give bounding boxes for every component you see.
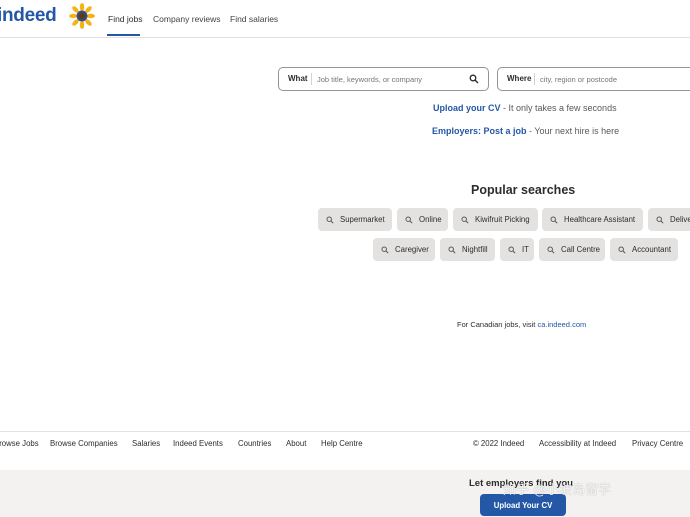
popular-search-chip[interactable]: Healthcare Assistant xyxy=(542,208,643,231)
footer-link-browse-jobs[interactable]: Browse Jobs xyxy=(0,439,39,448)
indeed-logo[interactable]: indeed xyxy=(0,5,57,27)
canadian-jobs-text: For Canadian jobs, visit xyxy=(457,320,538,329)
what-search-box[interactable]: What xyxy=(278,67,489,91)
search-icon xyxy=(461,215,469,223)
chip-label: Supermarket xyxy=(340,215,385,224)
footer-link-salaries[interactable]: Salaries xyxy=(132,439,160,448)
footer-link-about[interactable]: About xyxy=(286,439,306,448)
search-icon xyxy=(469,74,479,84)
employers-promo: Employers: Post a job - Your next hire i… xyxy=(432,126,619,136)
footer-link-browse-companies[interactable]: Browse Companies xyxy=(50,439,118,448)
chip-label: Kiwifruit Picking xyxy=(475,215,530,224)
popular-search-chip[interactable]: Online xyxy=(397,208,448,231)
where-label: Where xyxy=(507,74,532,83)
popular-search-chip[interactable]: Caregiver xyxy=(373,238,435,261)
search-icon xyxy=(326,215,334,223)
search-icon xyxy=(547,245,555,253)
search-icon xyxy=(405,215,413,223)
sunflower-icon xyxy=(69,3,95,29)
upload-cv-promo: Upload your CV - It only takes a few sec… xyxy=(433,103,617,113)
where-search-box[interactable]: Where xyxy=(497,67,690,91)
footer-link-accessibility[interactable]: Accessibility at Indeed xyxy=(539,439,616,448)
watermark-text: 知乎 @小坡岛留学 xyxy=(503,483,612,498)
what-label: What xyxy=(288,74,308,83)
popular-search-chip[interactable]: Nightfill xyxy=(440,238,495,261)
footer-link-indeed-events[interactable]: Indeed Events xyxy=(173,439,223,448)
chip-label: Delivery xyxy=(670,215,690,224)
where-input[interactable] xyxy=(540,71,690,87)
active-nav-indicator xyxy=(107,34,140,36)
employers-text: - Your next hire is here xyxy=(526,126,620,136)
nav-company-reviews[interactable]: Company reviews xyxy=(153,14,221,24)
where-separator xyxy=(534,73,535,85)
footer-link-countries[interactable]: Countries xyxy=(238,439,271,448)
popular-search-chip[interactable]: Supermarket xyxy=(318,208,392,231)
search-icon xyxy=(448,245,456,253)
chip-label: Call Centre xyxy=(561,245,600,254)
popular-search-chip[interactable]: Accountant xyxy=(610,238,678,261)
search-icon xyxy=(381,245,389,253)
footer-copyright: © 2022 Indeed xyxy=(473,439,525,448)
nav-find-jobs[interactable]: Find jobs xyxy=(108,14,143,24)
chip-label: Caregiver xyxy=(395,245,429,254)
what-separator xyxy=(311,73,312,85)
popular-searches-title: Popular searches xyxy=(471,183,576,197)
footer-divider xyxy=(0,431,690,432)
post-job-link[interactable]: Employers: Post a job xyxy=(432,126,527,136)
footer-link-help-centre[interactable]: Help Centre xyxy=(321,439,363,448)
footer-link-privacy-centre[interactable]: Privacy Centre xyxy=(632,439,683,448)
top-header: indeed Find jobs Company reviews Find sa… xyxy=(0,0,690,38)
chip-label: Nightfill xyxy=(462,245,488,254)
search-icon xyxy=(618,245,626,253)
chip-label: IT xyxy=(522,245,529,254)
popular-search-chip[interactable]: IT xyxy=(500,238,534,261)
popular-search-chip[interactable]: Kiwifruit Picking xyxy=(453,208,538,231)
what-input[interactable] xyxy=(317,71,465,87)
popular-search-chip[interactable]: Delivery xyxy=(648,208,690,231)
chip-label: Online xyxy=(419,215,442,224)
nav-find-salaries[interactable]: Find salaries xyxy=(230,14,278,24)
search-icon xyxy=(550,215,558,223)
chip-label: Accountant xyxy=(632,245,672,254)
popular-search-chip[interactable]: Call Centre xyxy=(539,238,605,261)
upload-cv-text: - It only takes a few seconds xyxy=(500,103,617,113)
search-icon xyxy=(656,215,664,223)
upload-cv-link[interactable]: Upload your CV xyxy=(433,103,501,113)
canadian-jobs-note: For Canadian jobs, visit ca.indeed.com xyxy=(457,320,586,329)
chip-label: Healthcare Assistant xyxy=(564,215,636,224)
search-icon xyxy=(508,245,516,253)
ca-indeed-link[interactable]: ca.indeed.com xyxy=(537,320,586,329)
